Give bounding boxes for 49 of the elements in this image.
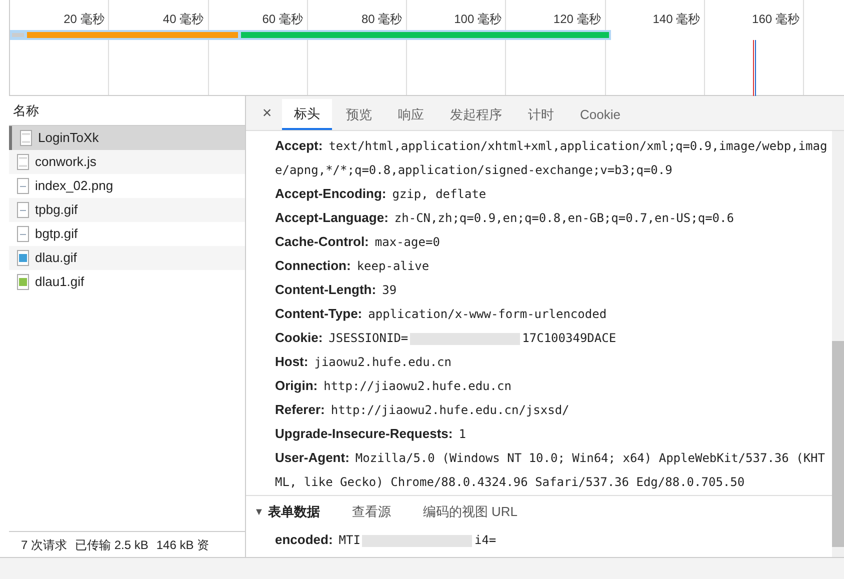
tick-label: 20 毫秒 bbox=[64, 11, 104, 26]
tick-label: 80 毫秒 bbox=[362, 11, 402, 26]
header-line: Connection: keep-alive bbox=[275, 257, 430, 275]
tick-label: 160 毫秒 bbox=[752, 11, 800, 26]
file-icon bbox=[17, 178, 29, 194]
details-tab[interactable]: 响应 bbox=[386, 99, 436, 130]
header-line: Content-Length: 39 bbox=[275, 281, 398, 299]
header-line: Content-Type: application/x-www-form-urlencoded bbox=[275, 305, 608, 323]
view-link[interactable]: 查看源 bbox=[352, 502, 391, 522]
load-marker-line bbox=[753, 40, 757, 96]
header-line: Origin: http://jiaowu2.hufe.edu.cn bbox=[275, 377, 512, 395]
file-icon bbox=[17, 274, 29, 290]
view-link[interactable]: 编码的视图 URL bbox=[422, 502, 518, 522]
header-line: Cookie: JSESSIONID= 17C100349DACE bbox=[275, 329, 618, 347]
request-row[interactable]: dlau.gif bbox=[9, 246, 245, 270]
header-line: Referer: http://jiaowu2.hufe.edu.cn/jsxsd/ bbox=[275, 401, 570, 419]
status-text: 146 kB 资 bbox=[156, 536, 210, 554]
header-line: Accept-Language: zh-CN,zh;q=0.9,en;q=0.8,en-GB;q=0.7,en-US;q=0.6 bbox=[275, 209, 735, 227]
file-icon bbox=[17, 226, 29, 242]
scrollbar[interactable] bbox=[832, 131, 844, 557]
header-line: User-Agent: Mozilla/5.0 (Windows NT 10.0; Win64; x64) AppleWebKit/537.36 (KHTML, like Gecko) Chrome/88.0.4324.96 Safari/537.36 Edg/88.0.705.50 bbox=[275, 449, 826, 491]
request-row[interactable]: LoginToXk bbox=[9, 126, 245, 150]
details-tab[interactable]: Cookie bbox=[568, 99, 632, 130]
header-line: Cache-Control: max-age=0 bbox=[275, 233, 441, 251]
tick-label: 100 毫秒 bbox=[454, 11, 502, 26]
tick-label: 40 毫秒 bbox=[162, 11, 204, 26]
file-icon bbox=[20, 130, 32, 146]
details-tab[interactable]: 计时 bbox=[516, 99, 566, 130]
close-button[interactable]: × bbox=[254, 97, 280, 130]
header-line: Upgrade-Insecure-Requests: 1 bbox=[275, 425, 467, 443]
file-icon bbox=[17, 202, 29, 218]
request-row[interactable]: tpbg.gif bbox=[9, 198, 245, 222]
header-line: Accept-Encoding: gzip, deflate bbox=[275, 185, 488, 203]
expand-toggle[interactable]: ▼ bbox=[254, 504, 264, 520]
request-row[interactable]: conwork.js bbox=[9, 150, 245, 174]
status-text: 已传输 2.5 kB bbox=[75, 536, 148, 554]
form-field-line: encoded: MTI i4= bbox=[274, 531, 498, 549]
header-line: Host: jiaowu2.hufe.edu.cn bbox=[275, 353, 452, 371]
tick-label: 60 毫秒 bbox=[262, 11, 303, 26]
details-tab[interactable]: 预览 bbox=[334, 99, 384, 130]
column-header: 名称 bbox=[13, 102, 39, 120]
section-title: 表单数据 bbox=[268, 503, 320, 522]
details-tab[interactable]: 发起程序 bbox=[438, 99, 514, 130]
tick-label: 120 毫秒 bbox=[553, 11, 601, 26]
file-icon bbox=[17, 154, 29, 170]
details-tab[interactable]: 标头 bbox=[282, 99, 332, 130]
tick-label: 140 毫秒 bbox=[652, 11, 700, 26]
status-text: 7 次请求 bbox=[21, 536, 68, 554]
file-icon bbox=[17, 250, 29, 266]
